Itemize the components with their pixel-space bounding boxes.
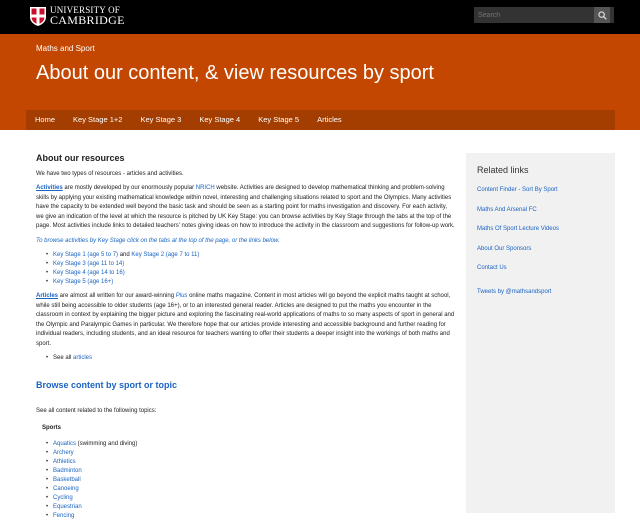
sidebar-link-contact[interactable]: Contact Us [477, 263, 615, 273]
list-item: See all articles [46, 354, 456, 363]
ks5-link[interactable]: Key Stage 5 (age 16+) [53, 279, 113, 285]
related-links-sidebar: Related links Content Finder - Sort By S… [466, 153, 615, 513]
activities-paragraph: Activities are mostly developed by our e… [36, 185, 455, 229]
list-item: Key Stage 5 (age 16+) [46, 278, 456, 287]
list-item: Aquatics (swimming and diving) [46, 440, 456, 449]
search-button[interactable] [594, 7, 610, 23]
list-item: Key Stage 1 (age 5 to 7) and Key Stage 2… [46, 251, 456, 260]
list-item: Athletics [46, 458, 456, 467]
topics-intro: See all content related to the following… [36, 407, 157, 414]
browse-heading: Browse content by sport or topic [36, 380, 178, 390]
hero-banner: Maths and Sport About our content, & vie… [0, 34, 640, 130]
breadcrumb[interactable]: Maths and Sport [36, 44, 95, 53]
list-item: Key Stage 4 (age 14 to 16) [46, 269, 456, 278]
sidebar-heading: Related links [477, 165, 529, 175]
intro-text: We have two types of resources - article… [36, 170, 184, 177]
list-item: Archery [46, 449, 456, 458]
sidebar-link-lecture-videos[interactable]: Maths Of Sport Lecture Videos [477, 224, 615, 234]
nav-home[interactable]: Home [26, 110, 64, 130]
main-content: About our resources We have two types of… [36, 150, 456, 526]
sidebar-link-content-finder[interactable]: Content Finder - Sort By Sport [477, 185, 615, 195]
sports-list: Aquatics (swimming and diving) Archery A… [36, 440, 456, 521]
sport-link-badminton[interactable]: Badminton [53, 468, 82, 474]
articles-paragraph: Articles are almost all written for our … [36, 293, 455, 347]
sidebar-link-sponsors[interactable]: About Our Sponsors [477, 244, 615, 254]
ks4-link[interactable]: Key Stage 4 (age 14 to 16) [53, 270, 125, 276]
sport-link-fencing[interactable]: Fencing [53, 513, 74, 519]
list-item: Key Stage 3 (age 11 to 14) [46, 260, 456, 269]
list-item: Badminton [46, 467, 456, 476]
sidebar-link-arsenal[interactable]: Maths And Arsenal FC [477, 205, 615, 215]
list-item: Basketball [46, 476, 456, 485]
tweets-link[interactable]: Tweets by @mathsandsport [477, 289, 615, 295]
ks1-link[interactable]: Key Stage 1 (age 5 to 7) [53, 252, 118, 258]
page-title: About our content, & view resources by s… [36, 62, 434, 84]
key-stage-list: Key Stage 1 (age 5 to 7) and Key Stage 2… [36, 251, 456, 287]
sport-link-aquatics[interactable]: Aquatics [53, 441, 76, 447]
sport-link-athletics[interactable]: Athletics [53, 459, 76, 465]
browse-note: To browse activities by Key Stage click … [36, 237, 280, 244]
top-bar: UNIVERSITY OF CAMBRIDGE [0, 0, 640, 34]
sports-heading: Sports [42, 425, 62, 431]
sport-link-basketball[interactable]: Basketball [53, 477, 81, 483]
list-item: Fencing [46, 512, 456, 521]
list-item: Cycling [46, 494, 456, 503]
ks2-link[interactable]: Key Stage 2 (age 7 to 11) [131, 252, 199, 258]
plus-link[interactable]: Plus [176, 293, 188, 299]
nav-key-stage-5[interactable]: Key Stage 5 [249, 110, 308, 130]
see-all-list: See all articles [36, 354, 456, 363]
search-box [474, 7, 614, 23]
sport-link-equestrian[interactable]: Equestrian [53, 504, 82, 510]
ks3-link[interactable]: Key Stage 3 (age 11 to 14) [53, 261, 124, 267]
cambridge-shield-icon [30, 6, 46, 26]
list-item: Equestrian [46, 503, 456, 512]
logo-line2: CAMBRIDGE [50, 13, 125, 27]
university-logo[interactable]: UNIVERSITY OF CAMBRIDGE [30, 6, 125, 26]
activities-link[interactable]: Activities [36, 185, 63, 191]
nav-key-stage-1-2[interactable]: Key Stage 1+2 [64, 110, 131, 130]
nrich-link[interactable]: NRICH [196, 185, 215, 191]
nav-key-stage-4[interactable]: Key Stage 4 [190, 110, 249, 130]
search-input[interactable] [474, 7, 594, 23]
see-all-articles-link[interactable]: articles [73, 355, 92, 361]
list-item: Canoeing [46, 485, 456, 494]
sport-link-archery[interactable]: Archery [53, 450, 74, 456]
sport-link-cycling[interactable]: Cycling [53, 495, 73, 501]
nav-key-stage-3[interactable]: Key Stage 3 [131, 110, 190, 130]
nav-articles[interactable]: Articles [308, 110, 351, 130]
main-nav: Home Key Stage 1+2 Key Stage 3 Key Stage… [26, 110, 615, 130]
section-heading-resources: About our resources [36, 153, 125, 163]
search-icon [597, 10, 607, 20]
articles-label-link[interactable]: Articles [36, 293, 58, 299]
sport-link-canoeing[interactable]: Canoeing [53, 486, 79, 492]
